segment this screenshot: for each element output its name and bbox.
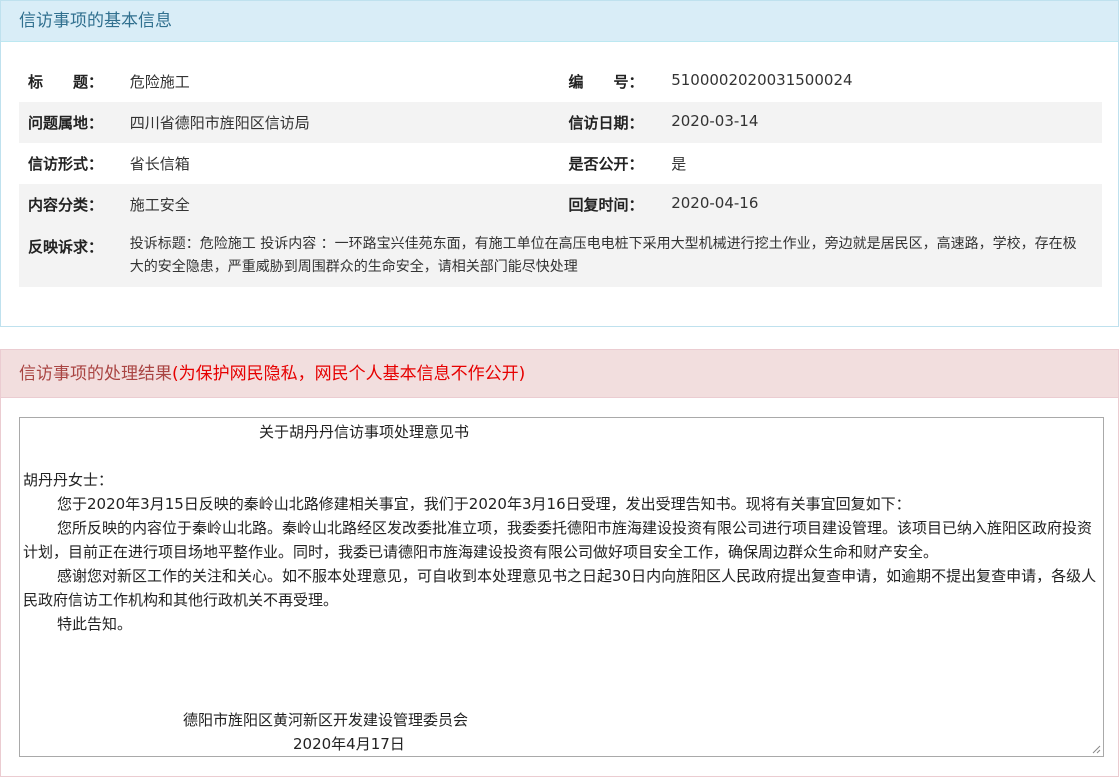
location-label: 问题属地： <box>28 114 104 132</box>
reply-time-label: 回复时间： <box>568 196 644 214</box>
info-row: 反映诉求： 投诉标题：危险施工 投诉内容 ：一环路宝兴佳苑东面，有施工单位在高压… <box>19 225 1102 287</box>
request-cell: 投诉标题：危险施工 投诉内容 ：一环路宝兴佳苑东面，有施工单位在高压电电桩下采用… <box>130 225 1102 287</box>
resize-grip-icon[interactable] <box>1092 745 1101 754</box>
category-value: 施工安全 <box>129 196 190 214</box>
reply-paragraph: 您所反映的内容位于秦岭山北路。秦岭山北路经区发改委批准立项，我委委托德阳市旌海建… <box>23 519 1093 561</box>
basic-info-panel: 信访事项的基本信息 标 题： 危险施工 编 号： 510000202003150… <box>0 0 1119 327</box>
reply-salutation: 胡丹丹女士： <box>23 471 114 489</box>
category-label: 内容分类： <box>28 196 104 214</box>
signature-date: 2020年4月17日 <box>293 735 405 753</box>
signature-org: 德阳市旌阳区黄河新区开发建设管理委员会 <box>183 711 469 729</box>
form-value: 省长信箱 <box>129 155 190 173</box>
basic-info-header: 信访事项的基本信息 <box>1 1 1118 42</box>
request-text: 投诉标题：危险施工 投诉内容 ：一环路宝兴佳苑东面，有施工单位在高压电电桩下采用… <box>129 236 1077 275</box>
number-value: 5100002020031500024 <box>671 71 853 89</box>
request-label: 反映诉求： <box>28 238 104 256</box>
info-row: 标 题： 危险施工 编 号： 5100002020031500024 <box>19 61 1102 102</box>
reply-time-value: 2020-04-16 <box>671 194 759 212</box>
reply-title: 关于胡丹丹信访事项处理意见书 <box>259 423 470 441</box>
public-label: 是否公开： <box>568 155 644 173</box>
info-row: 内容分类： 施工安全 回复时间： 2020-04-16 <box>19 184 1102 225</box>
result-panel: 信访事项的处理结果(为保护网民隐私，网民个人基本信息不作公开) 关于胡丹丹信访事… <box>0 349 1119 777</box>
location-value: 四川省德阳市旌阳区信访局 <box>129 114 310 132</box>
reply-paragraph: 感谢您对新区工作的关注和关心。如不服本处理意见，可自收到本处理意见书之日起30日… <box>23 567 1097 609</box>
result-header-title: 信访事项的处理结果 <box>19 364 172 384</box>
public-value: 是 <box>671 155 687 173</box>
number-label: 编 号： <box>568 73 644 91</box>
form-label: 信访形式： <box>28 155 104 173</box>
title-label: 标 题： <box>28 73 104 91</box>
reply-textarea[interactable]: 关于胡丹丹信访事项处理意见书 胡丹丹女士： 您于2020年3月15日反映的秦岭山… <box>19 417 1104 757</box>
reply-paragraph: 特此告知。 <box>57 615 133 633</box>
privacy-note: (为保护网民隐私，网民个人基本信息不作公开) <box>172 364 526 384</box>
petition-date-label: 信访日期： <box>568 114 644 132</box>
info-row: 问题属地： 四川省德阳市旌阳区信访局 信访日期： 2020-03-14 <box>19 102 1102 143</box>
result-header: 信访事项的处理结果(为保护网民隐私，网民个人基本信息不作公开) <box>1 350 1118 398</box>
title-value: 危险施工 <box>129 73 190 91</box>
basic-info-table: 标 题： 危险施工 编 号： 5100002020031500024 问题属地：… <box>19 61 1102 287</box>
info-row: 信访形式： 省长信箱 是否公开： 是 <box>19 143 1102 184</box>
reply-paragraph: 您于2020年3月15日反映的秦岭山北路修建相关事宜，我们于2020年3月16日… <box>57 495 911 513</box>
petition-date-value: 2020-03-14 <box>671 112 759 130</box>
